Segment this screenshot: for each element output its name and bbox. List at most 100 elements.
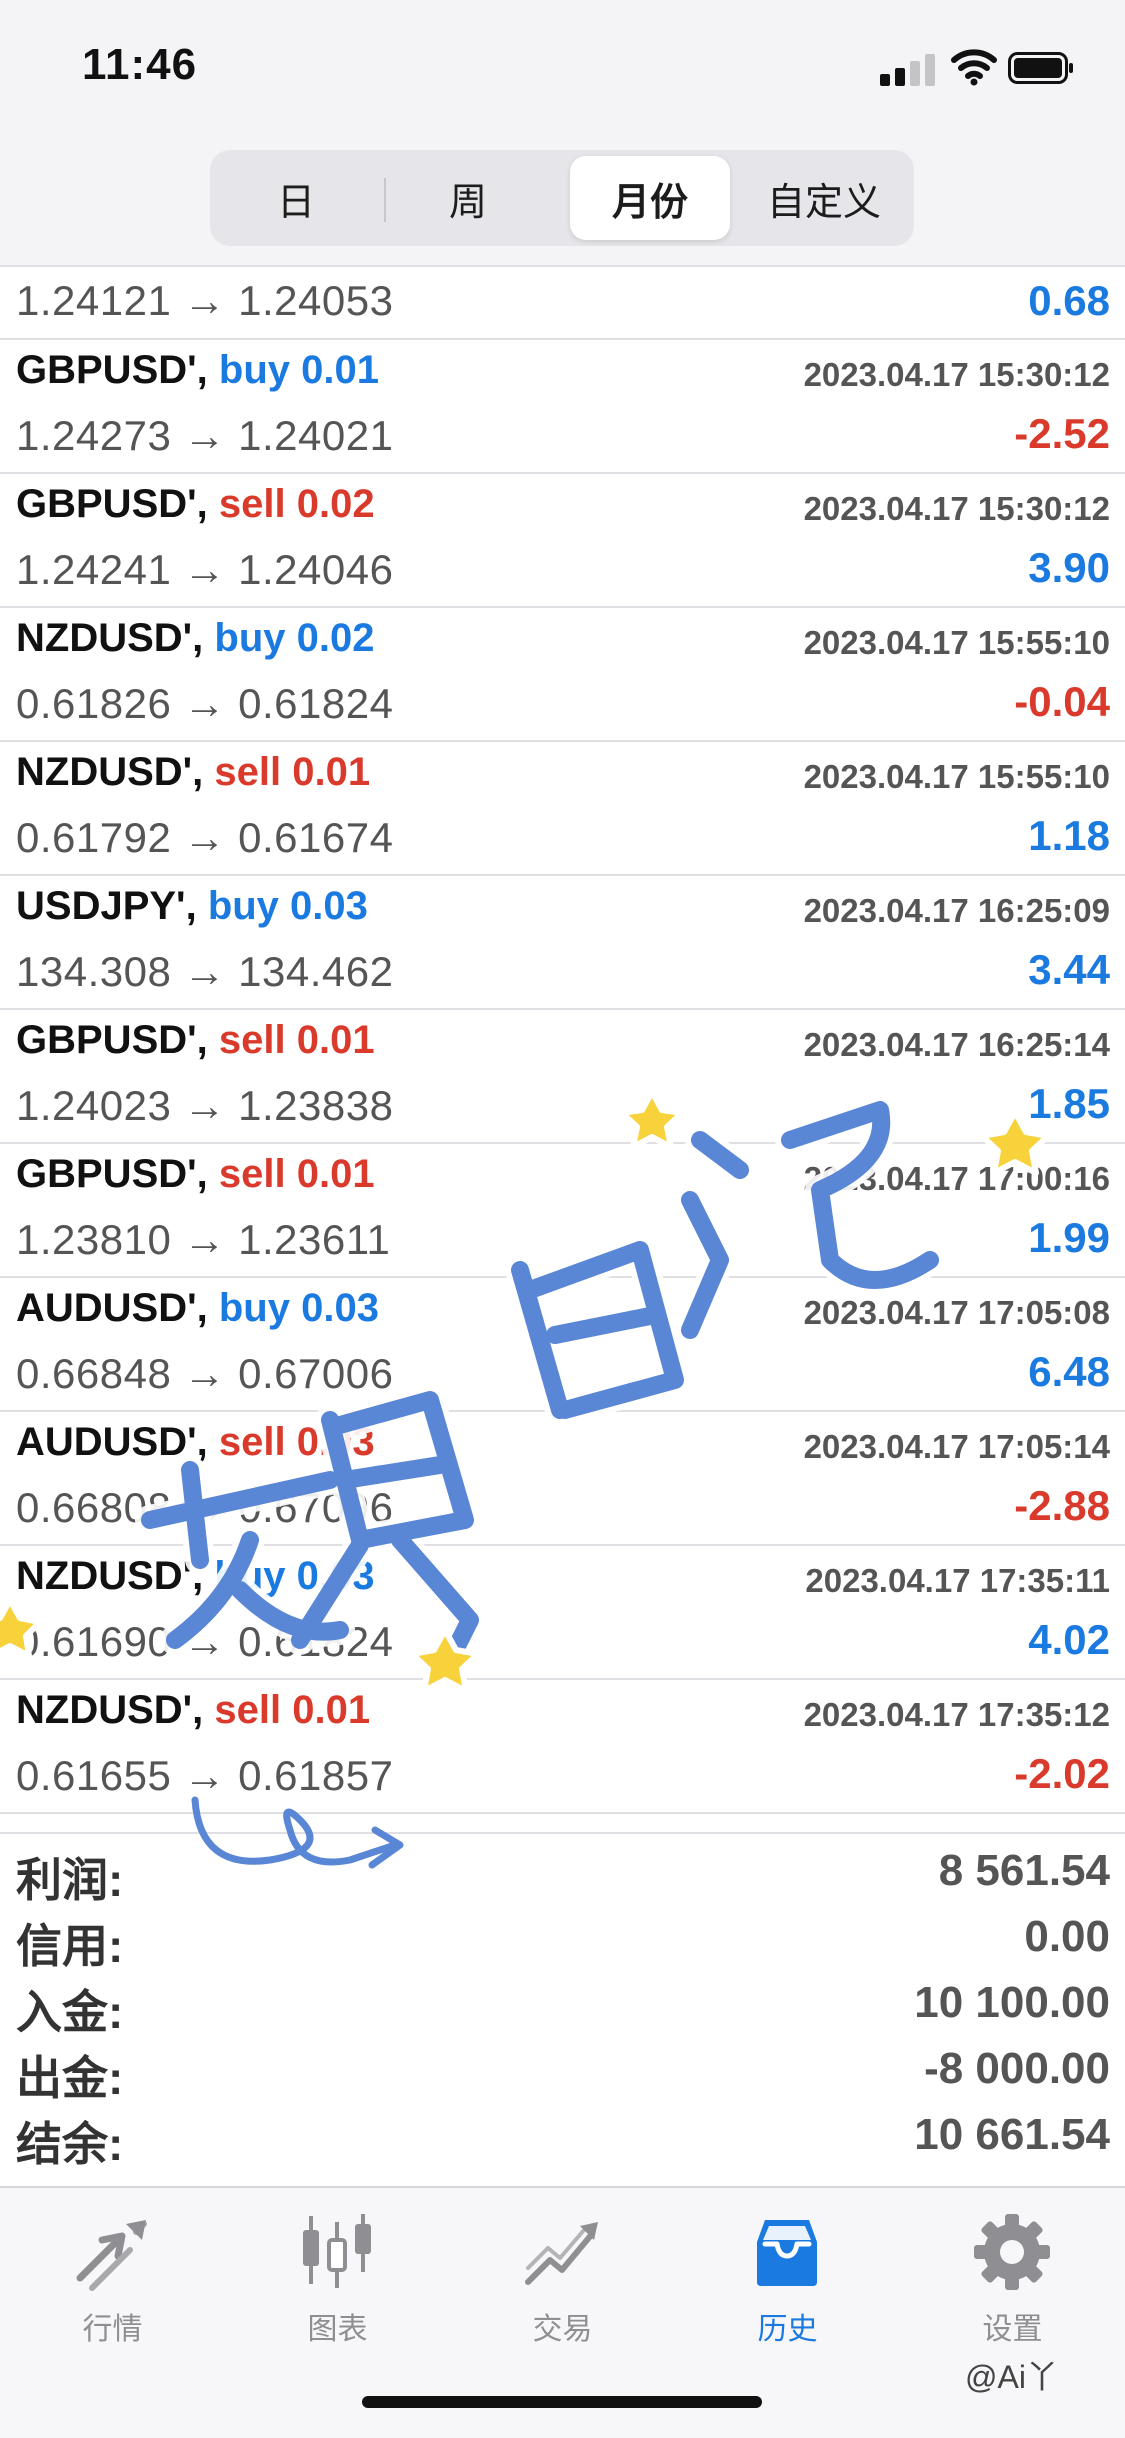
trade-side-volume: sell 0.01: [214, 750, 371, 794]
trade-symbol: NZDUSD', sell 0.01: [16, 1688, 370, 1733]
list-item[interactable]: AUDUSD', sell 0.03 2023.04.17 17:05:14 0.6…: [0, 1412, 1125, 1546]
symbol-name: NZDUSD',: [16, 750, 204, 794]
trade-symbol: GBPUSD', sell 0.01: [16, 1152, 375, 1197]
status-bar: 11:46: [0, 0, 1125, 140]
summary-value: -8 000.00: [924, 2044, 1110, 2093]
symbol-name: NZDUSD',: [16, 1688, 204, 1732]
trade-prices: 0.61690 → 0.61824: [16, 1618, 394, 1665]
trade-prices: 1.24023 → 1.23838: [16, 1082, 394, 1129]
segment-day[interactable]: 日: [216, 156, 376, 240]
trade-time: 2023.04.17 16:25:14: [803, 1026, 1110, 1063]
wifi-icon: [951, 49, 997, 86]
trade-side-volume: sell 0.01: [214, 1688, 371, 1732]
tab-trade[interactable]: 交易: [450, 2204, 675, 2354]
list-item[interactable]: 1.24121 → 1.24053 0.68: [0, 265, 1125, 340]
trade-time: 2023.04.17 17:35:12: [803, 1696, 1110, 1733]
tab-label: 设置: [982, 2313, 1043, 2346]
symbol-name: AUDUSD',: [16, 1420, 208, 1464]
trade-time: 2023.04.17 15:30:12: [803, 356, 1110, 393]
trade-history-list: 1.24121 → 1.24053 0.68 GBPUSD', buy 0.01…: [0, 265, 1125, 1814]
tab-label: 图表: [307, 2313, 368, 2346]
trade-side-volume: sell 0.02: [218, 482, 375, 526]
trade-time: 2023.04.17 17:05:14: [803, 1428, 1110, 1465]
trade-side-volume: buy 0.02: [214, 616, 375, 660]
watermark-credit: @Ai丫: [965, 2359, 1058, 2395]
tab-label: 历史: [757, 2313, 818, 2346]
trade-profit: 1.99: [1028, 1214, 1110, 1261]
tab-quotes[interactable]: 行情: [0, 2204, 225, 2354]
trade-side-volume: sell 0.01: [218, 1018, 375, 1062]
trade-side-volume: buy 0.03: [214, 1554, 375, 1598]
list-item[interactable]: AUDUSD', buy 0.03 2023.04.17 17:05:08 0.66…: [0, 1278, 1125, 1412]
summary-row-deposit: 入金: 10 100.00: [0, 1966, 1125, 2038]
summary-row-withdrawal: 出金: -8 000.00: [0, 2032, 1125, 2104]
symbol-name: GBPUSD',: [16, 1152, 208, 1196]
symbol-name: NZDUSD',: [16, 1554, 204, 1598]
trade-profit: 6.48: [1028, 1348, 1110, 1395]
trade-prices: 0.66808 → 0.67096: [16, 1484, 394, 1531]
list-item[interactable]: GBPUSD', sell 0.01 2023.04.17 16:25:14 1.2…: [0, 1010, 1125, 1144]
list-item[interactable]: GBPUSD', buy 0.01 2023.04.17 15:30:12 1.24…: [0, 340, 1125, 474]
summary-value: 10 661.54: [914, 2110, 1110, 2159]
trade-symbol: AUDUSD', sell 0.03: [16, 1420, 375, 1465]
trade-profit: -2.88: [1014, 1482, 1110, 1529]
trade-profit: 3.44: [1028, 946, 1110, 993]
trade-prices: 1.24121 → 1.24053: [16, 277, 394, 324]
symbol-name: NZDUSD',: [16, 616, 204, 660]
trade-prices: 0.66848 → 0.67006: [16, 1350, 394, 1397]
trade-symbol: GBPUSD', sell 0.01: [16, 1018, 375, 1063]
list-item[interactable]: NZDUSD', buy 0.03 2023.04.17 17:35:11 0.61…: [0, 1546, 1125, 1680]
trade-symbol: USDJPY', buy 0.03: [16, 884, 368, 929]
symbol-name: USDJPY',: [16, 884, 197, 928]
segment-month[interactable]: 月份: [570, 156, 730, 240]
period-segmented-control: 日 周 月份 自定义: [210, 150, 914, 246]
summary-value: 0.00: [1024, 1912, 1110, 1961]
status-clock: 11:46: [82, 40, 198, 89]
symbol-name: GBPUSD',: [16, 1018, 208, 1062]
quotes-arrows-icon: [76, 2220, 147, 2291]
trade-prices: 1.24273 → 1.24021: [16, 412, 394, 459]
segment-week[interactable]: 周: [388, 156, 548, 240]
trade-profit: -2.52: [1014, 410, 1110, 457]
trade-profit: -2.02: [1014, 1750, 1110, 1797]
trade-time: 2023.04.17 15:55:10: [803, 758, 1110, 795]
account-summary: 利润: 8 561.54 信用: 0.00 入金: 10 100.00 出金: …: [0, 1832, 1125, 2186]
trade-time: 2023.04.17 16:25:09: [803, 892, 1110, 929]
battery-icon: [1008, 52, 1073, 84]
trade-side-volume: sell 0.03: [218, 1420, 375, 1464]
tab-history[interactable]: 历史: [675, 2204, 900, 2354]
candlestick-chart-icon: [303, 2214, 371, 2288]
list-item[interactable]: GBPUSD', sell 0.02 2023.04.17 15:30:12 1.2…: [0, 474, 1125, 608]
trade-profit: 3.90: [1028, 544, 1110, 591]
trade-side-volume: buy 0.01: [218, 348, 379, 392]
tab-settings[interactable]: 设置: [900, 2204, 1125, 2354]
segment-divider: [384, 178, 386, 222]
trade-profit: 1.18: [1028, 812, 1110, 859]
symbol-name: AUDUSD',: [16, 1286, 208, 1330]
trade-profit: 0.68: [1028, 277, 1110, 324]
gear-icon: [974, 2214, 1050, 2290]
summary-row-credit: 信用: 0.00: [0, 1900, 1125, 1972]
symbol-name: GBPUSD',: [16, 482, 208, 526]
segment-custom[interactable]: 自定义: [744, 156, 904, 240]
trade-chart-icon: [525, 2222, 598, 2285]
trade-time: 2023.04.17 17:35:11: [805, 1562, 1110, 1599]
trade-side-volume: buy 0.03: [207, 884, 368, 928]
list-item[interactable]: NZDUSD', sell 0.01 2023.04.17 15:55:10 0.6…: [0, 742, 1125, 876]
tab-charts[interactable]: 图表: [225, 2204, 450, 2354]
trade-time: 2023.04.17 15:55:10: [803, 624, 1110, 661]
trade-prices: 0.61655 → 0.61857: [16, 1752, 394, 1799]
summary-row-profit: 利润: 8 561.54: [0, 1834, 1125, 1906]
list-item[interactable]: GBPUSD', sell 0.01 2023.04.17 17:00:16 1.2…: [0, 1144, 1125, 1278]
list-item[interactable]: NZDUSD', sell 0.01 2023.04.17 17:35:12 0.6…: [0, 1680, 1125, 1814]
trade-symbol: GBPUSD', buy 0.01: [16, 348, 379, 393]
summary-value: 8 561.54: [938, 1846, 1110, 1895]
summary-row-balance: 结余: 10 661.54: [0, 2098, 1125, 2170]
trade-prices: 0.61792 → 0.61674: [16, 814, 394, 861]
list-item[interactable]: USDJPY', buy 0.03 2023.04.17 16:25:09 134.…: [0, 876, 1125, 1010]
trade-symbol: NZDUSD', buy 0.02: [16, 616, 375, 661]
symbol-name: GBPUSD',: [16, 348, 208, 392]
list-item[interactable]: NZDUSD', buy 0.02 2023.04.17 15:55:10 0.61…: [0, 608, 1125, 742]
tab-label: 交易: [532, 2313, 593, 2346]
trade-profit: -0.04: [1014, 678, 1110, 725]
